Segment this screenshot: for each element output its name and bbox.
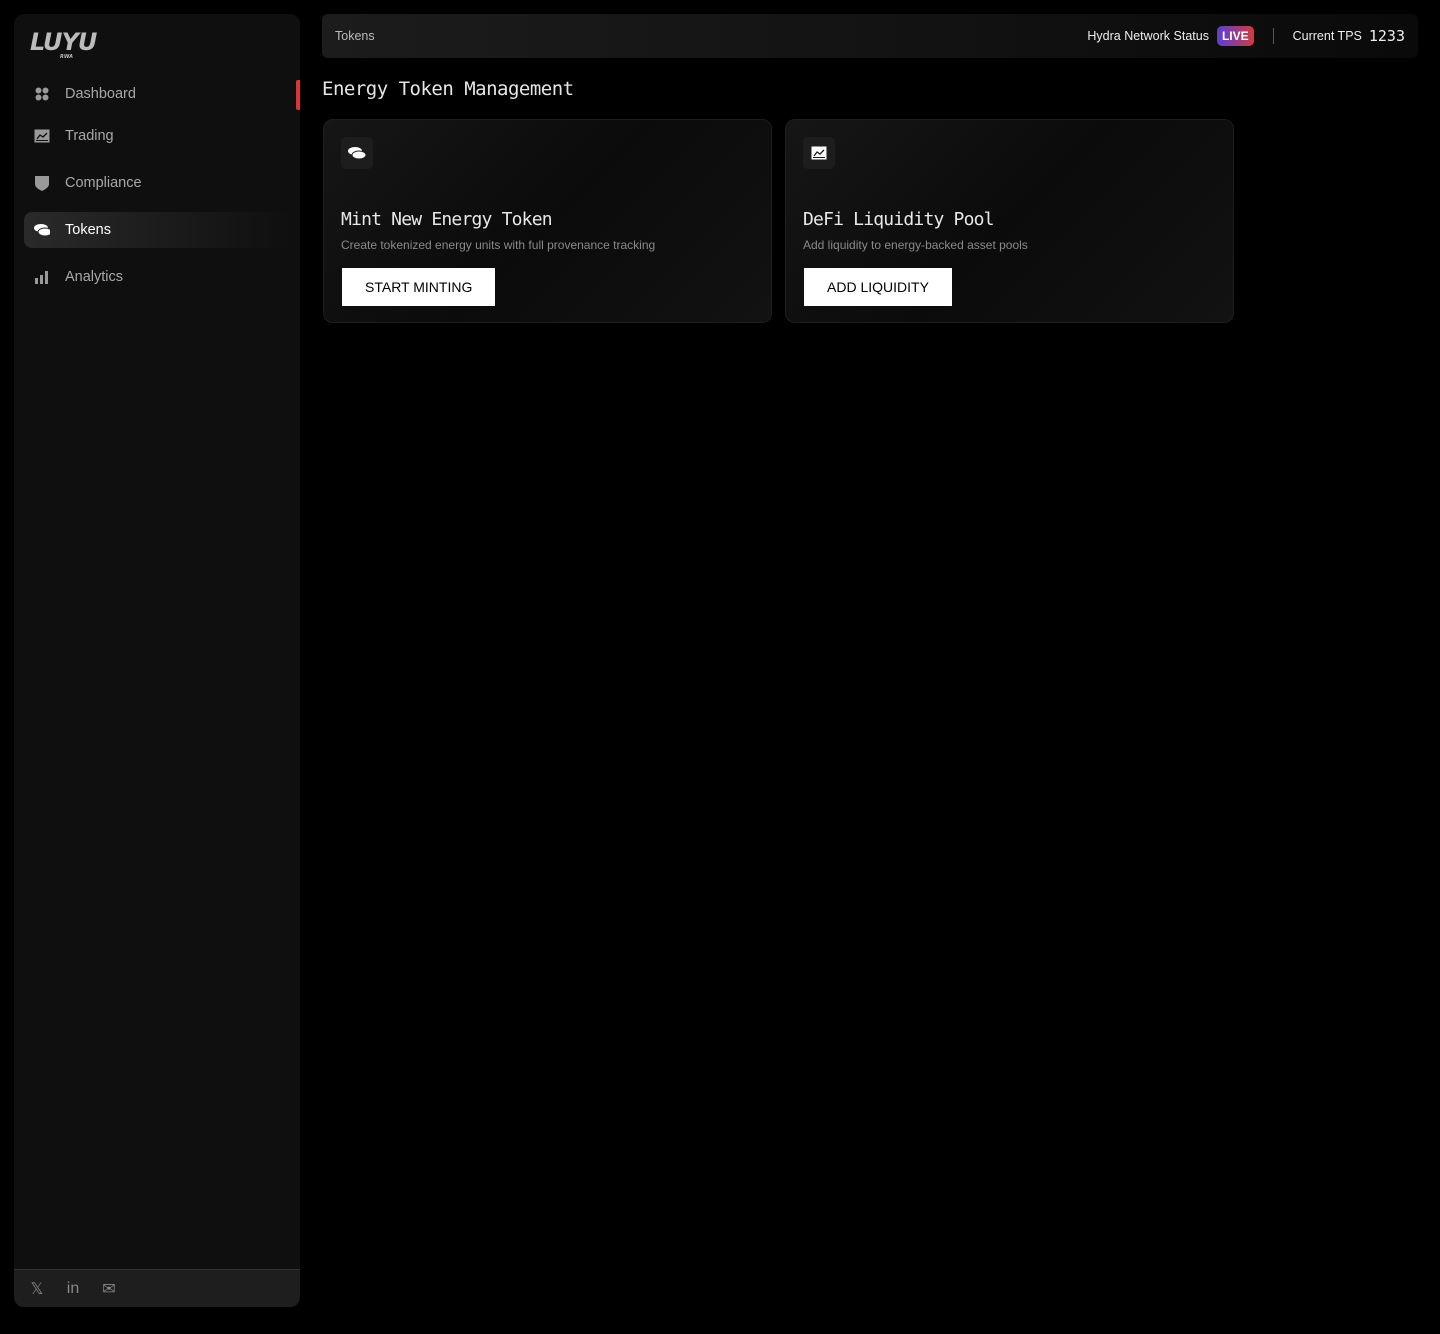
sidebar-item-label: Compliance (65, 175, 142, 191)
sidebar-item-label: Analytics (65, 269, 124, 285)
start-minting-button[interactable]: START MINTING (342, 268, 496, 306)
sidebar-nav: Dashboard Trading Compliance Tokens Anal… (24, 76, 290, 295)
bar-chart-icon (34, 269, 50, 285)
coins-icon (341, 137, 373, 169)
mail-icon[interactable]: ✉ (99, 1279, 119, 1299)
card-description: Add liquidity to energy-backed asset poo… (803, 238, 1028, 252)
breadcrumb[interactable]: Tokens (335, 29, 375, 43)
x-icon[interactable]: 𝕏 (27, 1279, 47, 1299)
logo-sub: RWA (60, 54, 74, 60)
add-liquidity-button[interactable]: ADD LIQUIDITY (804, 268, 952, 306)
status-badge: LIVE (1216, 26, 1254, 46)
logo[interactable]: LUYU RWA (30, 28, 97, 60)
tps-label: Current TPS (1292, 29, 1362, 43)
card-description: Create tokenized energy units with full … (341, 238, 656, 252)
sidebar-item-label: Trading (65, 128, 114, 144)
coins-icon (34, 222, 50, 238)
card-title: Mint New Energy Token (341, 209, 553, 230)
network-status-label: Hydra Network Status (1087, 29, 1209, 43)
chart-icon (803, 137, 835, 169)
mint-token-card: Mint New Energy Token Create tokenized e… (323, 119, 772, 323)
linkedin-icon[interactable]: in (63, 1280, 83, 1298)
sidebar-footer: 𝕏 in ✉ (14, 1269, 300, 1307)
liquidity-pool-card: DeFi Liquidity Pool Add liquidity to ene… (785, 119, 1234, 323)
chart-icon (34, 128, 50, 144)
tps-value: 1233 (1368, 27, 1405, 45)
active-indicator (296, 80, 300, 110)
sidebar-item-tokens[interactable]: Tokens (24, 212, 290, 248)
sidebar-item-label: Tokens (65, 222, 111, 238)
card-title: DeFi Liquidity Pool (803, 209, 995, 230)
sidebar-item-trading[interactable]: Trading (24, 118, 290, 154)
page-title: Energy Token Management (322, 78, 574, 100)
sidebar-item-compliance[interactable]: Compliance (24, 165, 290, 201)
top-bar: Tokens Hydra Network Status LIVE Current… (322, 14, 1418, 58)
grid-icon (34, 86, 50, 102)
shield-icon (34, 175, 50, 191)
sidebar: LUYU RWA Dashboard Trading Compliance Tok… (14, 14, 300, 1307)
sidebar-item-label: Dashboard (65, 86, 136, 102)
sidebar-item-analytics[interactable]: Analytics (24, 259, 290, 295)
sidebar-item-dashboard[interactable]: Dashboard (24, 76, 290, 112)
divider (1272, 28, 1274, 44)
logo-text: LUYU (30, 28, 97, 56)
